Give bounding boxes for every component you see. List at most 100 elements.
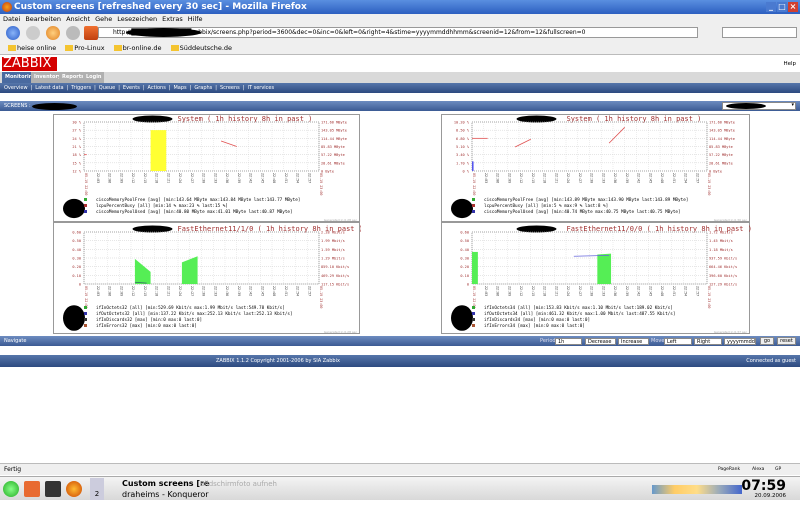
left-axis-label: 18 % bbox=[72, 153, 81, 157]
menu-gehe[interactable]: Gehe bbox=[95, 15, 112, 23]
x-tick-label: 22:48 bbox=[660, 286, 664, 296]
home-icon[interactable] bbox=[24, 481, 40, 497]
screens-header: SCREENS : bbox=[0, 101, 800, 111]
window-title: Custom screens [refreshed every 30 sec] … bbox=[14, 2, 307, 12]
system-tray-icons[interactable] bbox=[652, 485, 742, 494]
menu-hilfe[interactable]: Hilfe bbox=[188, 15, 203, 23]
status-bar: Fertig PageRank Alexa GP bbox=[0, 463, 800, 475]
submenu-actions[interactable]: Actions bbox=[148, 85, 166, 91]
right-axis-label: 171.66 MByte bbox=[321, 121, 347, 125]
redaction bbox=[32, 103, 77, 110]
x-tick-label: 22:15 bbox=[143, 286, 147, 296]
menu-extras[interactable]: Extras bbox=[162, 15, 183, 23]
graph-3[interactable]: FastEthernet11/1/0 ( 1h history 8h in pa… bbox=[53, 222, 361, 334]
alexa-badge[interactable]: Alexa bbox=[752, 464, 764, 476]
period-select[interactable]: 1h bbox=[555, 338, 582, 345]
home-icon[interactable] bbox=[84, 26, 98, 40]
submenu-overview[interactable]: Overview bbox=[4, 85, 28, 91]
x-axis-x-end: 05.19 23:00 bbox=[319, 286, 323, 308]
stime-input[interactable]: yyyymmddhhmm bbox=[724, 338, 756, 345]
increase-select[interactable]: Increase bbox=[618, 338, 649, 345]
firefox-icon[interactable] bbox=[66, 481, 82, 497]
submenu-queue[interactable]: Queue bbox=[99, 85, 115, 91]
back-icon[interactable] bbox=[6, 26, 20, 40]
graph-1[interactable]: System ( 1h history 8h in past ) 30 % 171.… bbox=[53, 114, 360, 222]
search-input[interactable] bbox=[722, 27, 797, 38]
series-line bbox=[514, 138, 531, 148]
submenu-latest-data[interactable]: Latest data bbox=[35, 85, 63, 91]
submenu-it-services[interactable]: IT services bbox=[247, 85, 274, 91]
submenu-triggers[interactable]: Triggers bbox=[71, 85, 91, 91]
x-tick-label: 22:18 bbox=[155, 286, 159, 296]
menu-datei[interactable]: Datei bbox=[3, 15, 20, 23]
x-tick-label: 22:18 bbox=[543, 173, 547, 183]
tab-login[interactable]: Login bbox=[83, 72, 105, 83]
desktop-pager[interactable]: 2 bbox=[90, 478, 104, 500]
right-axis-label: 1.29 Mbit/s bbox=[321, 257, 345, 261]
redaction bbox=[132, 115, 173, 123]
zabbix-logo[interactable]: ZABBIX bbox=[2, 57, 57, 71]
bookmark-label: Pro-Linux bbox=[74, 44, 105, 52]
legend-entry: ciscoMemoryPoolFree [avg] [min:143.64 MB… bbox=[96, 197, 300, 203]
x-tick-label: 22:45 bbox=[648, 286, 652, 296]
pagerank-badge[interactable]: PageRank bbox=[718, 464, 740, 476]
right-axis-label: 396.60 Kbit/s bbox=[709, 274, 737, 278]
separator: | bbox=[30, 85, 33, 91]
x-axis-x-start: 05.19 22:00 bbox=[472, 173, 476, 195]
menu-lesezeichen[interactable]: Lesezeichen bbox=[117, 15, 157, 23]
series-area bbox=[597, 253, 612, 284]
submenu-graphs[interactable]: Graphs bbox=[194, 85, 212, 91]
x-tick-label: 22:57 bbox=[307, 286, 311, 296]
x-tick-label: 22:57 bbox=[695, 286, 699, 296]
task-konqueror[interactable]: draheims - Konqueror bbox=[122, 490, 209, 499]
x-tick-label: 22:27 bbox=[190, 173, 194, 183]
redaction bbox=[63, 198, 85, 219]
task-screenshot[interactable]: Bildschirmfoto aufneh bbox=[200, 480, 277, 488]
legend-swatch bbox=[84, 198, 87, 201]
legend-entry: ifInOctets34 [all] [min:153.83 Kbit/s ma… bbox=[484, 305, 673, 311]
date: 20.09.2006 bbox=[754, 493, 787, 499]
reload-icon[interactable] bbox=[46, 26, 60, 40]
x-tick-label: 22:15 bbox=[531, 286, 535, 296]
bookmark-sueddeutsche[interactable]: Süddeutsche.de bbox=[170, 44, 232, 52]
x-tick-label: 22:06 bbox=[108, 173, 112, 183]
stop-icon[interactable] bbox=[66, 26, 80, 40]
terminal-icon[interactable] bbox=[45, 481, 61, 497]
x-tick-label: 22:12 bbox=[131, 173, 135, 183]
gp-badge[interactable]: GP bbox=[775, 464, 781, 476]
bookmark-pro-linux[interactable]: Pro-Linux bbox=[65, 44, 105, 52]
close-button[interactable]: × bbox=[788, 2, 798, 12]
bookmark-heise[interactable]: heise online bbox=[8, 44, 56, 52]
x-tick-label: 22:03 bbox=[96, 173, 100, 183]
right-axis-label: 2.28 Mbit/s bbox=[321, 231, 345, 235]
help-link[interactable]: Help bbox=[783, 61, 796, 67]
bookmark-br-online[interactable]: br-online.de bbox=[113, 44, 162, 52]
left-axis-label: 1.70 % bbox=[456, 161, 470, 165]
menu-ansicht[interactable]: Ansicht bbox=[66, 15, 90, 23]
menu-bearbeiten[interactable]: Bearbeiten bbox=[25, 15, 61, 23]
x-tick-label: 22:24 bbox=[566, 173, 570, 183]
kmenu-icon[interactable] bbox=[3, 481, 19, 497]
left-axis-label: 8.50 % bbox=[456, 129, 470, 133]
x-tick-label: 22:03 bbox=[484, 173, 488, 183]
move-left-select[interactable]: Left bbox=[664, 338, 692, 345]
legend-entry: ifInErrors34 [max] [min:0 max:0 last:0] bbox=[484, 323, 585, 329]
graph-2[interactable]: System ( 1h history 8h in past ) 10.20 % 1… bbox=[441, 114, 750, 222]
screen-select[interactable]: ▾ bbox=[722, 102, 796, 110]
submenu-screens[interactable]: Screens bbox=[220, 85, 240, 91]
series-line bbox=[608, 127, 626, 144]
minimize-button[interactable]: _ bbox=[766, 2, 776, 12]
submenu-events[interactable]: Events bbox=[123, 85, 140, 91]
task-firefox[interactable]: Custom screens [re bbox=[122, 479, 209, 488]
reset-button[interactable]: reset bbox=[777, 337, 796, 345]
submenu-maps[interactable]: Maps bbox=[173, 85, 186, 91]
maximize-button[interactable]: □ bbox=[777, 2, 787, 12]
x-tick-label: 22:24 bbox=[566, 286, 570, 296]
go-button[interactable]: go bbox=[760, 337, 774, 345]
move-right-select[interactable]: Right bbox=[694, 338, 722, 345]
decrease-select[interactable]: Decrease bbox=[585, 338, 616, 345]
forward-icon[interactable] bbox=[26, 26, 40, 40]
left-axis-label: 24 % bbox=[72, 137, 81, 141]
x-axis-x-start: 05.19 22:00 bbox=[84, 286, 88, 308]
graph-4[interactable]: FastEthernet11/0/0 ( 1h history 8h in pa… bbox=[441, 222, 751, 334]
